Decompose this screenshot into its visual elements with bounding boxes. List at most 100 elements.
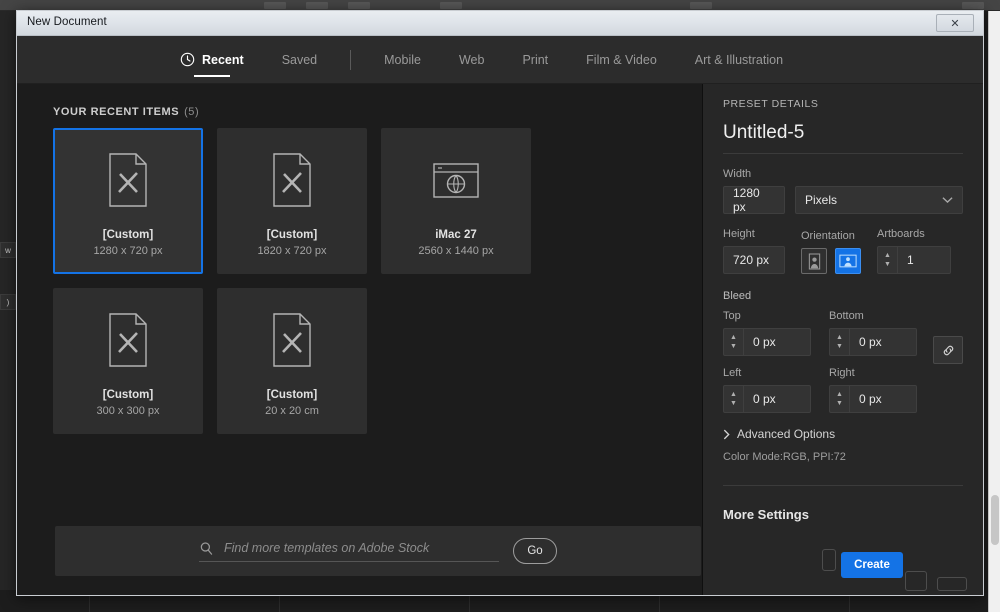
browser-globe-icon xyxy=(433,163,479,198)
bleed-top-label: Top xyxy=(723,310,741,322)
bleed-left-group: Left ▲ ▼ 0 px xyxy=(723,367,811,413)
bleed-left-input[interactable]: 0 px xyxy=(743,385,811,413)
artboards-stepper[interactable]: ▲ ▼ xyxy=(877,246,897,274)
orientation-landscape-button[interactable] xyxy=(835,248,861,274)
dialog-body: YOUR RECENT ITEMS (5) [Custom] 1280 x 720… xyxy=(17,84,983,595)
recent-card-size: 2560 x 1440 px xyxy=(418,245,494,257)
stepper-up-icon: ▲ xyxy=(836,391,843,398)
bleed-heading: Bleed xyxy=(723,290,752,302)
height-orientation-artboards-group: Height 720 px Orientation Artboards ▲ ▼ … xyxy=(723,228,963,274)
tab-recent[interactable]: Recent xyxy=(161,36,263,84)
recent-card[interactable]: [Custom] 300 x 300 px xyxy=(53,288,203,434)
clock-icon xyxy=(180,52,195,67)
scrollbar-thumb[interactable] xyxy=(991,495,999,545)
bleed-link-button[interactable] xyxy=(933,336,963,364)
tab-print[interactable]: Print xyxy=(503,36,567,84)
tab-divider xyxy=(350,49,352,70)
artboards-group: Artboards ▲ ▼ 1 xyxy=(877,228,951,274)
orientation-group: Orientation xyxy=(801,230,861,274)
height-group: Height 720 px xyxy=(723,228,785,274)
portrait-icon xyxy=(808,252,820,270)
document-art-icon xyxy=(109,153,147,207)
stepper-down-icon: ▼ xyxy=(836,400,843,407)
recent-card-size: 300 x 300 px xyxy=(96,405,160,417)
footer-button-partial[interactable] xyxy=(905,571,927,591)
bleed-top-input[interactable]: 0 px xyxy=(743,328,811,356)
color-mode-info: Color Mode:RGB, PPI:72 xyxy=(723,451,846,463)
bleed-right-stepper[interactable]: ▲ ▼ xyxy=(829,385,849,413)
bleed-bottom-group: Bottom ▲ ▼ 0 px xyxy=(829,310,917,356)
stepper-down-icon: ▼ xyxy=(836,343,843,350)
width-label: Width xyxy=(723,168,752,180)
recent-items-heading-label: YOUR RECENT ITEMS xyxy=(53,106,180,118)
host-toolbar-item xyxy=(348,2,370,9)
bleed-left-stepper[interactable]: ▲ ▼ xyxy=(723,385,743,413)
height-input[interactable]: 720 px xyxy=(723,246,785,274)
recent-card-size: 1820 x 720 px xyxy=(257,245,327,257)
recent-card[interactable]: [Custom] 1280 x 720 px xyxy=(53,128,203,274)
bleed-right-input[interactable]: 0 px xyxy=(849,385,917,413)
stepper-down-icon: ▼ xyxy=(730,343,737,350)
tab-recent-label: Recent xyxy=(202,52,244,67)
stepper-up-icon: ▲ xyxy=(836,334,843,341)
close-action-button-partial[interactable] xyxy=(822,549,836,571)
window-scrollbar[interactable] xyxy=(988,11,1000,612)
stepper-up-icon: ▲ xyxy=(730,391,737,398)
recent-card[interactable]: [Custom] 20 x 20 cm xyxy=(217,288,367,434)
width-input[interactable]: 1280 px xyxy=(723,186,785,214)
advanced-options-label: Advanced Options xyxy=(737,427,836,441)
bleed-right-group: Right ▲ ▼ 0 px xyxy=(829,367,917,413)
close-button[interactable]: ✕ xyxy=(936,14,974,32)
footer-button-partial[interactable] xyxy=(937,577,967,591)
stock-search-field[interactable]: Find more templates on Adobe Stock xyxy=(199,541,499,562)
chevron-right-icon xyxy=(723,429,730,439)
artboards-input[interactable]: 1 xyxy=(897,246,951,274)
adobe-stock-search-bar: Find more templates on Adobe Stock Go xyxy=(55,526,701,576)
recent-card[interactable]: [Custom] 1820 x 720 px xyxy=(217,128,367,274)
advanced-options-toggle[interactable]: Advanced Options xyxy=(723,427,963,441)
tab-art-illustration-label: Art & Illustration xyxy=(694,52,784,67)
bleed-bottom-input[interactable]: 0 px xyxy=(849,328,917,356)
dialog-titlebar: New Document ✕ xyxy=(17,11,983,36)
width-group: Width 1280 px Pixels xyxy=(723,168,963,214)
new-document-dialog: New Document ✕ Recent Saved Mobile Web P… xyxy=(16,10,984,596)
orientation-portrait-button[interactable] xyxy=(801,248,827,274)
tab-art-illustration[interactable]: Art & Illustration xyxy=(676,36,802,84)
recent-card-title: [Custom] xyxy=(266,389,318,401)
tab-mobile-label: Mobile xyxy=(384,52,421,67)
height-label: Height xyxy=(723,228,755,240)
preset-name-input[interactable]: Untitled-5 xyxy=(723,122,963,154)
recent-items-grid: [Custom] 1280 x 720 px [Custom] 1820 x 7… xyxy=(53,128,673,434)
tab-web[interactable]: Web xyxy=(440,36,503,84)
more-settings-button[interactable]: More Settings xyxy=(723,507,963,522)
stock-go-button[interactable]: Go xyxy=(513,538,557,564)
preset-details-pane: PRESET DETAILS Untitled-5 Width 1280 px … xyxy=(703,84,983,595)
artboards-label: Artboards xyxy=(877,228,925,240)
bleed-fields: Top ▲ ▼ 0 px Bottom ▲ ▼ 0 px Left ▲ ▼ 0 … xyxy=(723,310,925,413)
bleed-left-label: Left xyxy=(723,367,742,379)
category-tabs: Recent Saved Mobile Web Print Film & Vid… xyxy=(17,36,983,84)
tab-film-video[interactable]: Film & Video xyxy=(567,36,676,84)
stock-go-label: Go xyxy=(527,545,543,557)
document-art-icon xyxy=(273,313,311,367)
bleed-right-label: Right xyxy=(829,367,855,379)
tab-mobile[interactable]: Mobile xyxy=(365,36,440,84)
units-select[interactable]: Pixels xyxy=(795,186,963,214)
landscape-icon xyxy=(839,254,857,268)
recent-card[interactable]: iMac 27 2560 x 1440 px xyxy=(381,128,531,274)
recent-items-heading: YOUR RECENT ITEMS (5) xyxy=(53,106,199,118)
tab-saved[interactable]: Saved xyxy=(263,36,336,84)
bleed-bottom-stepper[interactable]: ▲ ▼ xyxy=(829,328,849,356)
host-toolbar-item xyxy=(440,2,462,9)
document-art-icon xyxy=(273,153,311,207)
recent-card-title: [Custom] xyxy=(102,229,154,241)
bleed-top-stepper[interactable]: ▲ ▼ xyxy=(723,328,743,356)
stepper-down-icon: ▼ xyxy=(730,400,737,407)
stock-search-placeholder: Find more templates on Adobe Stock xyxy=(224,541,430,555)
panel-divider xyxy=(723,485,963,486)
create-button[interactable]: Create xyxy=(841,552,903,578)
bleed-top-group: Top ▲ ▼ 0 px xyxy=(723,310,811,356)
tab-print-label: Print xyxy=(522,52,549,67)
stepper-up-icon: ▲ xyxy=(730,334,737,341)
host-toolbar-item xyxy=(264,2,286,9)
